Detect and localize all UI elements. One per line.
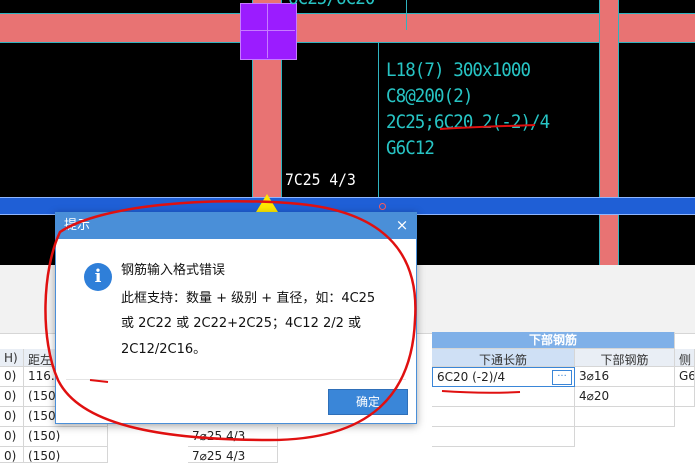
table-row-cell-through[interactable] xyxy=(432,387,575,407)
beam-label-line-4: G6C12 xyxy=(386,137,435,159)
vertical-beam-right[interactable] xyxy=(600,0,618,265)
table-row-cell-bottom[interactable] xyxy=(575,407,675,427)
dialog-message-line-2: 此框支持：数量 + 级别 + 直径，如：4C25 xyxy=(121,291,376,306)
table-row-cell-side[interactable]: G6 xyxy=(675,367,695,387)
beam-edge-line xyxy=(0,42,695,43)
table-row-cell-dist[interactable]: (150) xyxy=(24,427,108,447)
header-h: H) xyxy=(0,349,24,367)
point-marker-icon xyxy=(379,203,386,210)
table-row-cell-h: 0) xyxy=(0,407,24,427)
dialog-message-line-4: 2C12/2C16。 xyxy=(121,342,207,357)
small-beam-label: 7C25 4/3 xyxy=(285,170,356,189)
info-icon: i xyxy=(84,263,112,291)
dialog-message-line-3: 或 2C22 或 2C22+2C25；4C12 2/2 或 xyxy=(121,316,362,331)
horizontal-beam[interactable] xyxy=(0,14,695,42)
header-bottom-rebar-group: 下部钢筋 xyxy=(432,332,675,349)
table-row-cell-rebar[interactable]: 7⌀25 4/3 xyxy=(188,447,278,463)
table-row-cell-h: 0) xyxy=(0,427,24,447)
beam-label-line-3: 2C25;6C20 2(-2)/4 xyxy=(386,111,550,133)
ok-button[interactable]: 确定 xyxy=(328,389,408,415)
table-row-cell-h: 0) xyxy=(0,387,24,407)
table-row-cell-through[interactable] xyxy=(432,427,575,447)
table-row-cell-h: 0) xyxy=(0,367,24,387)
beam-edge-line xyxy=(618,0,619,265)
through-rebar-value: 6C20 (-2)/4 xyxy=(437,370,506,384)
dialog-message-title: 钢筋输入格式错误 xyxy=(121,263,226,278)
top-partial-label: 6C25/6C20 xyxy=(288,0,375,11)
dialog-divider xyxy=(66,379,406,380)
beam-label-line-2: C8@200(2) xyxy=(386,85,473,107)
table-row-cell-side[interactable] xyxy=(675,387,695,407)
header-side: 侧 xyxy=(675,349,695,367)
error-dialog: 提示 × i 钢筋输入格式错误 此框支持：数量 + 级别 + 直径，如：4C25… xyxy=(55,212,417,424)
table-row-cell-rebar[interactable]: 7⌀25 4/3 xyxy=(188,427,278,447)
through-rebar-input[interactable]: 6C20 (-2)/4 ··· xyxy=(432,367,575,387)
beam-label-line-1: L18(7) 300x1000 xyxy=(386,59,531,81)
header-bottom-rebar: 下部钢筋 xyxy=(575,349,675,367)
column-block[interactable] xyxy=(240,3,297,60)
close-icon[interactable]: × xyxy=(394,217,410,233)
dimension-line xyxy=(406,0,407,30)
table-row-cell-h: 0) xyxy=(0,447,24,463)
table-row-cell-bottom[interactable]: 3⌀16 xyxy=(575,367,675,387)
column-grid-line xyxy=(240,30,295,31)
table-row-cell-dist[interactable]: (150) xyxy=(24,447,108,463)
header-through-rebar: 下通长筋 xyxy=(432,349,575,367)
table-row-cell-bottom[interactable]: 4⌀20 xyxy=(575,387,675,407)
grip-marker-icon[interactable] xyxy=(256,194,278,212)
table-row-cell-through[interactable] xyxy=(432,407,575,427)
dialog-title: 提示 xyxy=(56,213,416,239)
beam-edge-line xyxy=(599,0,600,265)
dimension-line xyxy=(378,42,379,197)
ellipsis-button[interactable]: ··· xyxy=(552,370,572,385)
beam-edge-line xyxy=(0,13,695,14)
